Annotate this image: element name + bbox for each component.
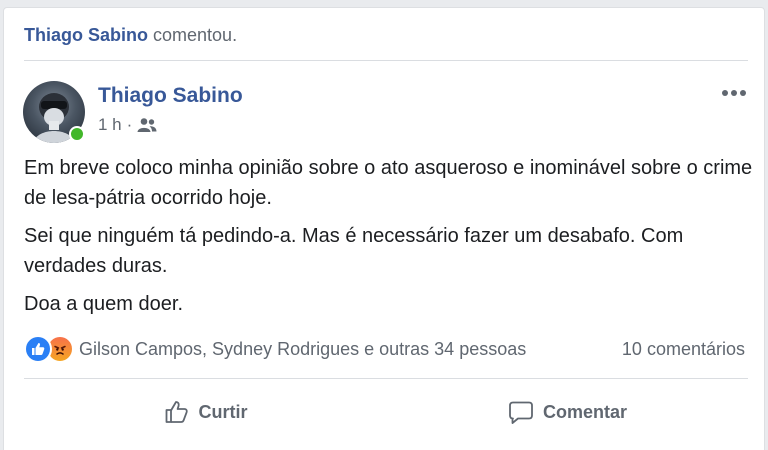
dot-icon xyxy=(740,90,746,96)
reactors-text[interactable]: Gilson Campos, Sydney Rodrigues e outras… xyxy=(79,339,526,360)
action-bar: Curtir Comentar xyxy=(24,386,748,438)
header-divider xyxy=(24,60,748,61)
post-timestamp[interactable]: 1 h xyxy=(98,115,122,135)
like-button[interactable]: Curtir xyxy=(24,386,386,438)
dot-icon xyxy=(731,90,737,96)
post-paragraph: Em breve coloco minha opinião sobre o at… xyxy=(24,157,753,209)
activity-verb: comentou. xyxy=(153,25,238,45)
activity-actor-link[interactable]: Thiago Sabino xyxy=(24,25,148,45)
thumbs-up-icon xyxy=(163,398,191,426)
post-card: Thiago Sabino comentou. Thiago Sabino 1 … xyxy=(3,7,765,450)
comment-bubble-icon xyxy=(507,398,535,426)
post-paragraph: Sei que ninguém tá pedindo-a. Mas é nece… xyxy=(24,225,684,277)
meta-separator: · xyxy=(126,115,133,134)
more-options-button[interactable] xyxy=(718,86,750,100)
like-icon xyxy=(24,335,52,363)
dot-icon xyxy=(722,90,728,96)
comment-button-label: Comentar xyxy=(542,401,627,422)
post-meta: 1 h · xyxy=(98,115,157,135)
comment-button[interactable]: Comentar xyxy=(386,386,748,438)
like-button-label: Curtir xyxy=(198,401,248,422)
author-avatar[interactable] xyxy=(23,81,85,143)
comments-count-link[interactable]: 10 comentários xyxy=(622,339,745,360)
post-author-name[interactable]: Thiago Sabino xyxy=(98,84,243,108)
actions-divider xyxy=(24,378,748,379)
friends-icon[interactable] xyxy=(137,117,157,133)
post-body: Em breve coloco minha opinião sobre o at… xyxy=(24,153,754,327)
online-status-dot xyxy=(69,126,85,142)
activity-header: Thiago Sabino comentou. xyxy=(24,25,237,46)
post-paragraph: Doa a quem doer. xyxy=(24,293,183,315)
reactions-summary[interactable]: Gilson Campos, Sydney Rodrigues e outras… xyxy=(24,335,526,363)
